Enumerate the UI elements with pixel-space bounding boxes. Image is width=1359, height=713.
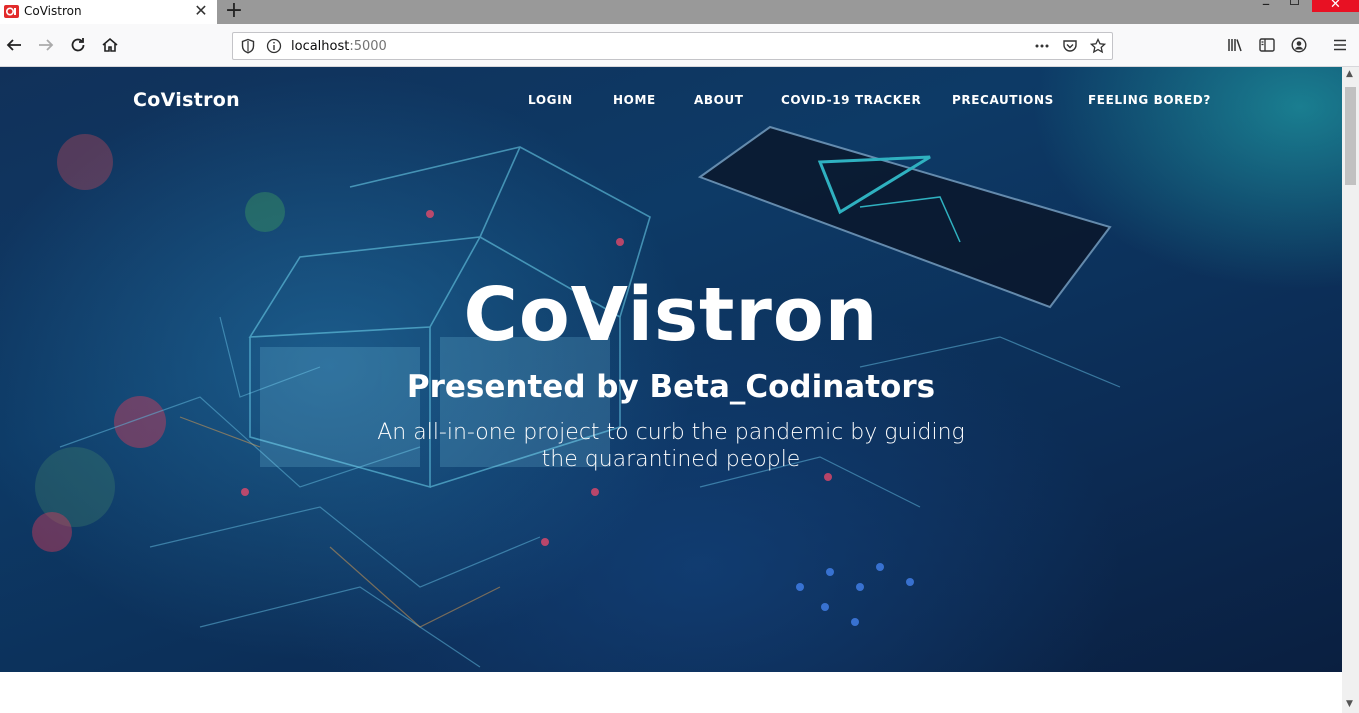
browser-tab[interactable]: CoVistron ✕ (0, 0, 217, 24)
hero-subtitle: Presented by Beta_Codinators (406, 369, 936, 405)
window-close-button[interactable]: ✕ (1312, 0, 1359, 12)
url-host: localhost (291, 39, 350, 54)
shield-icon[interactable] (240, 38, 256, 54)
hero-title: CoVistron (463, 272, 879, 358)
hero-description: An all-in-one project to curb the pandem… (377, 420, 965, 472)
nav-home-link[interactable]: HOME (613, 93, 656, 107)
scroll-thumb[interactable] (1345, 87, 1356, 185)
library-button[interactable] (1223, 33, 1247, 57)
home-button[interactable] (98, 33, 122, 57)
tab-close-icon[interactable]: ✕ (192, 1, 210, 20)
favicon-icon (4, 5, 19, 18)
url-port: :5000 (349, 39, 387, 54)
url-text: localhost:5000 (291, 39, 387, 54)
app-menu-button[interactable] (1328, 33, 1352, 57)
page-scrollbar[interactable]: ▲ ▼ (1342, 67, 1359, 713)
account-icon (1291, 37, 1307, 53)
more-icon[interactable] (1034, 38, 1050, 54)
browser-toolbar: localhost:5000 (0, 24, 1359, 67)
new-tab-button[interactable]: + (224, 0, 244, 23)
sidebar-icon (1259, 38, 1275, 52)
menu-icon (1334, 39, 1346, 51)
page-viewport: CoVistron LOGIN HOME ABOUT COVID-19 TRAC… (0, 67, 1342, 713)
home-icon (102, 37, 118, 52)
pocket-icon[interactable] (1062, 38, 1078, 54)
hero-section: CoVistron LOGIN HOME ABOUT COVID-19 TRAC… (0, 67, 1342, 672)
maximize-button[interactable] (1290, 0, 1299, 5)
site-brand-logo[interactable]: CoVistron (133, 89, 240, 111)
forward-icon (39, 39, 54, 51)
url-bar[interactable]: localhost:5000 (232, 32, 1113, 60)
nav-about-link[interactable]: ABOUT (694, 93, 744, 107)
scroll-up-arrow-icon[interactable]: ▲ (1346, 69, 1353, 79)
back-icon (6, 39, 21, 51)
info-icon[interactable] (266, 38, 282, 54)
minimize-button[interactable]: – (1262, 0, 1270, 13)
reload-button[interactable] (66, 33, 90, 57)
star-icon[interactable] (1090, 38, 1106, 54)
tab-bar: CoVistron ✕ + – ✕ (0, 0, 1359, 24)
nav-login-link[interactable]: LOGIN (528, 93, 573, 107)
library-icon (1228, 39, 1242, 52)
account-button[interactable] (1287, 33, 1311, 57)
sidebar-button[interactable] (1255, 33, 1279, 57)
nav-precautions-link[interactable]: PRECAUTIONS (952, 93, 1054, 107)
back-button[interactable] (2, 33, 26, 57)
forward-button[interactable] (34, 33, 58, 57)
nav-feeling-bored-link[interactable]: FEELING BORED? (1088, 93, 1211, 107)
nav-covid-tracker-link[interactable]: COVID-19 TRACKER (781, 93, 921, 107)
scroll-down-arrow-icon[interactable]: ▼ (1346, 699, 1353, 709)
reload-icon (71, 38, 85, 52)
tab-title: CoVistron (24, 4, 82, 18)
